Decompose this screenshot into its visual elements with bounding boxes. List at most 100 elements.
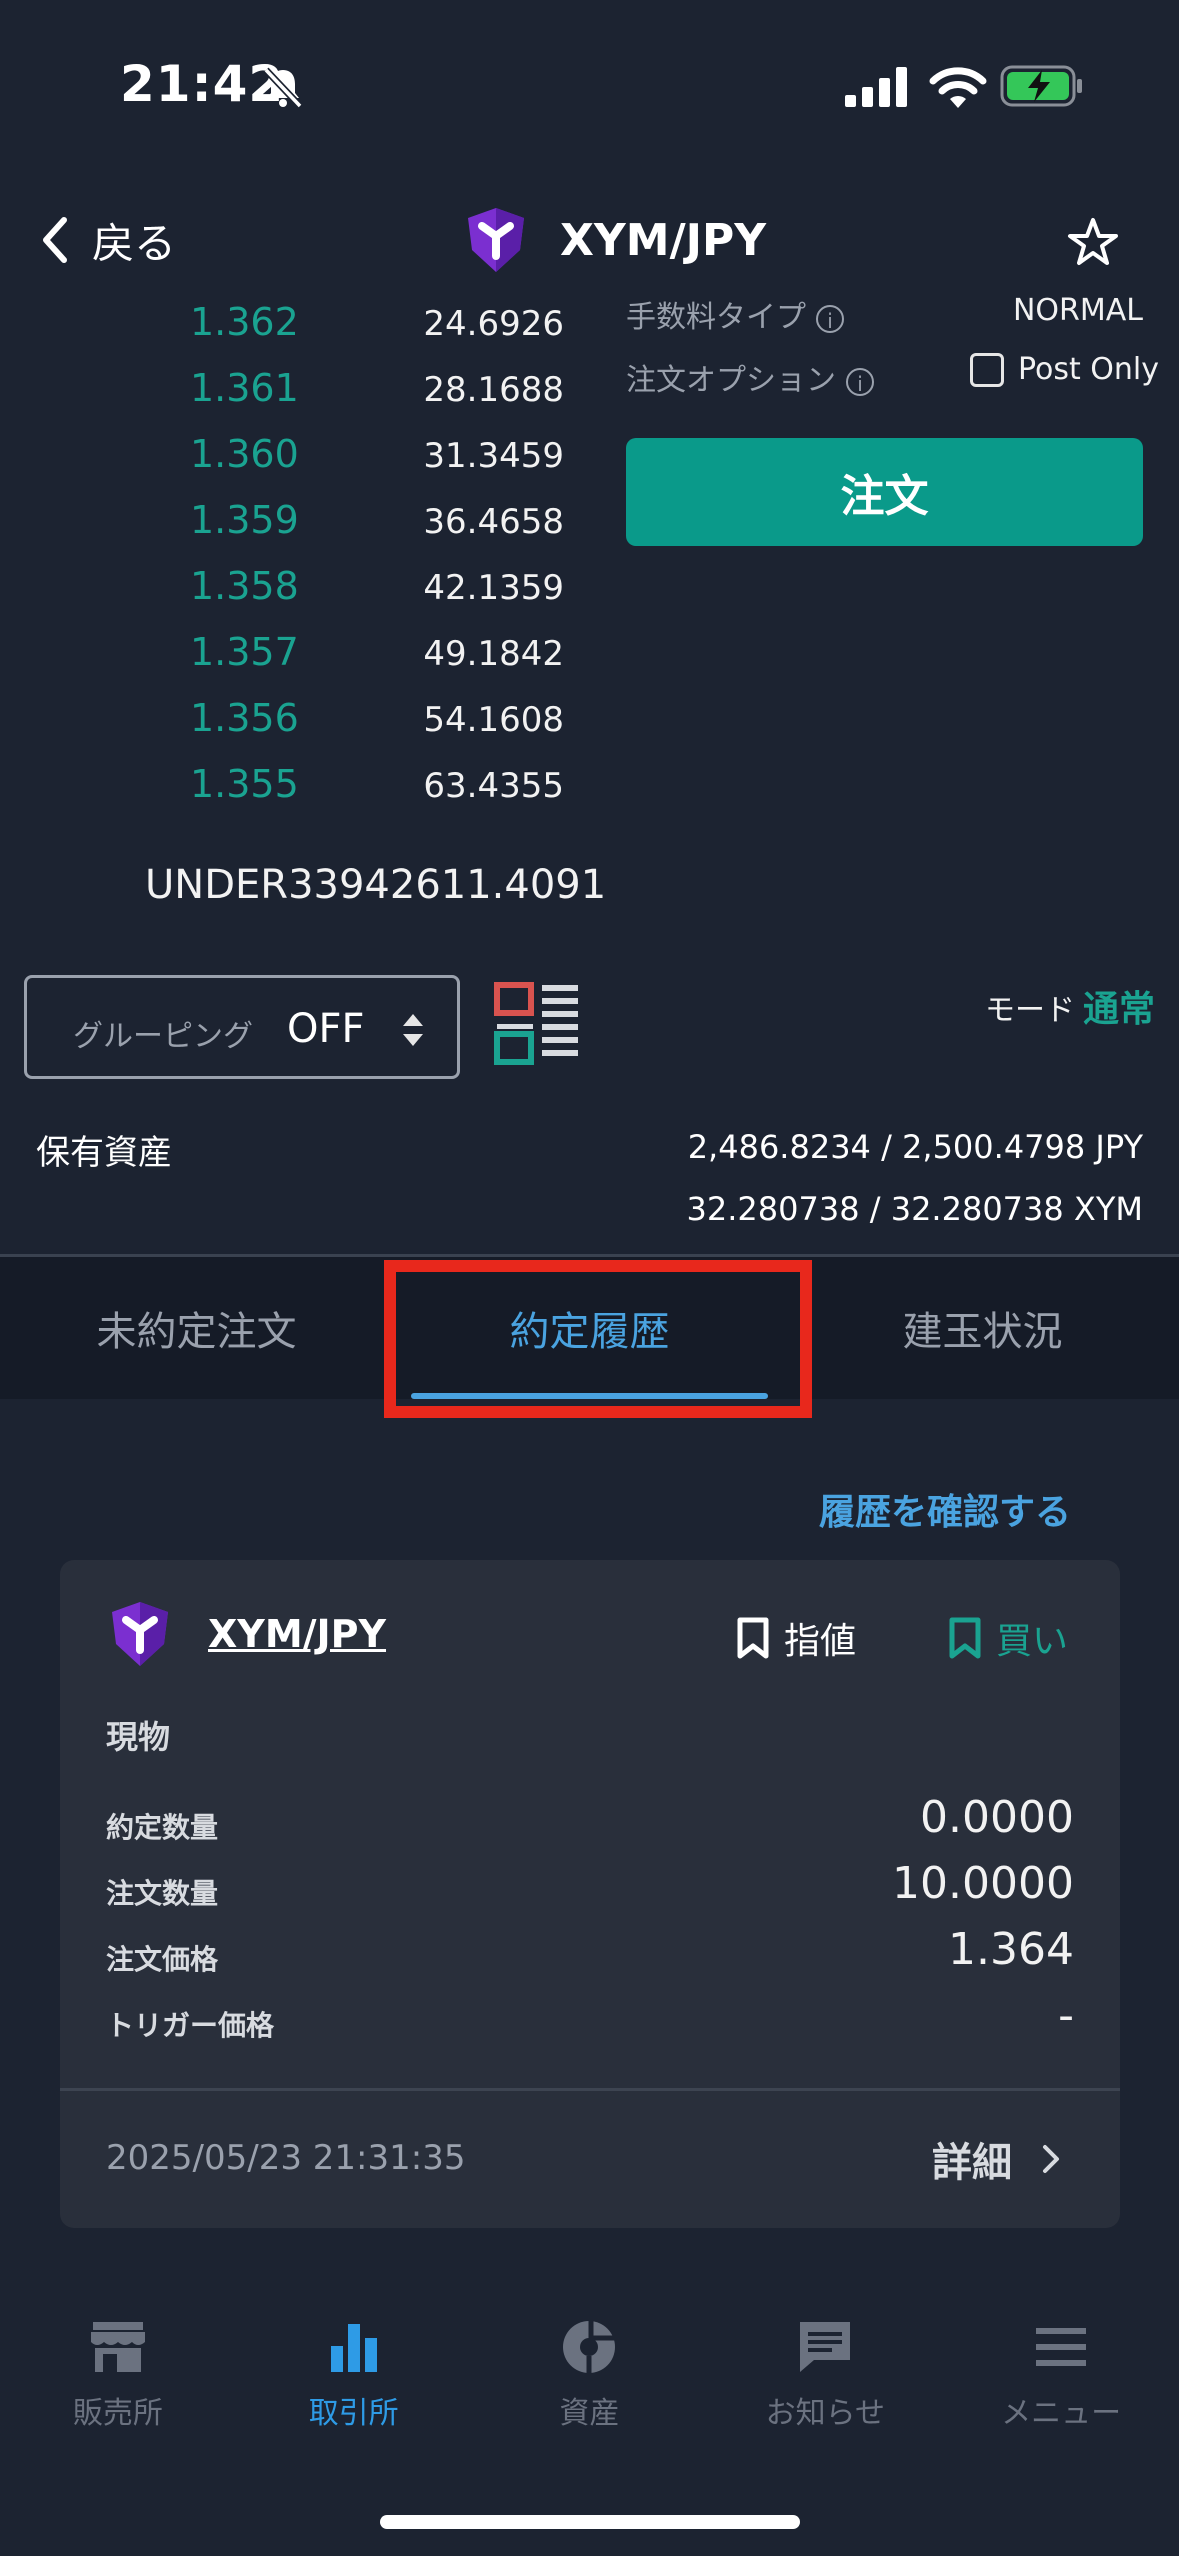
row-value: 10.0000 <box>892 1858 1074 1909</box>
post-only-checkbox[interactable]: Post Only <box>970 352 1159 387</box>
order-price: 1.362 <box>190 300 299 344</box>
menu-icon <box>1036 2328 1087 2366</box>
nav-label: 資産 <box>559 2396 620 2431</box>
order-option-label: 注文オプション i <box>626 355 874 399</box>
nav-news[interactable]: お知らせ <box>707 2296 943 2446</box>
detail-button[interactable]: 詳細 <box>932 2130 1060 2188</box>
order-book-row[interactable]: 1.362 24.6926 <box>0 300 600 366</box>
bookmark-icon <box>737 1617 769 1659</box>
pair-title: XYM/JPY <box>460 205 766 275</box>
row-label: 約定数量 <box>106 1811 219 1844</box>
order-price: 1.357 <box>190 630 299 674</box>
grouping-value: OFF <box>287 1006 365 1052</box>
order-qty: 31.3459 <box>423 436 564 476</box>
trade-datetime: 2025/05/23 21:31:35 <box>106 2138 466 2178</box>
row-value: - <box>1058 1990 1074 2041</box>
card-pair-link[interactable]: XYM/JPY <box>208 1612 386 1656</box>
row-label: トリガー価格 <box>106 2009 275 2042</box>
order-price: 1.355 <box>190 762 299 806</box>
nav-assets[interactable]: 資産 <box>472 2296 708 2446</box>
order-qty: 36.4658 <box>423 502 564 542</box>
pie-chart-icon <box>563 2320 617 2374</box>
order-price: 1.356 <box>190 696 299 740</box>
order-book-row[interactable]: 1.357 49.1842 <box>0 630 600 696</box>
checkbox-box[interactable] <box>970 352 1004 387</box>
back-label: 戻る <box>92 218 177 268</box>
row-label: 注文数量 <box>106 1877 219 1910</box>
battery-charging-icon <box>1000 65 1082 107</box>
order-book-row[interactable]: 1.356 54.1608 <box>0 696 600 762</box>
order-qty: 49.1842 <box>423 634 564 674</box>
holdings-jpy: 2,486.8234 / 2,500.4798 JPY <box>687 1128 1143 1166</box>
chevron-left-icon <box>43 217 67 263</box>
row-value: 1.364 <box>948 1924 1074 1975</box>
order-type-tag: 指値 <box>736 1612 856 1664</box>
highlight-box <box>384 1260 812 1418</box>
card-divider <box>60 2088 1120 2091</box>
order-qty: 28.1688 <box>423 370 564 410</box>
symbol-logo-icon <box>468 208 524 272</box>
bookmark-icon <box>949 1617 981 1659</box>
card-row: トリガー価格 - <box>106 1988 1074 2048</box>
order-book-row[interactable]: 1.355 63.4355 <box>0 762 600 828</box>
sort-arrows-icon <box>403 1014 423 1046</box>
bottom-nav: 販売所 取引所 資産 お知らせ メニュー <box>0 2296 1179 2446</box>
mode-value[interactable]: 通常 <box>1083 980 1155 1032</box>
order-book-row[interactable]: 1.361 28.1688 <box>0 366 600 432</box>
order-qty: 54.1608 <box>423 700 564 740</box>
wifi-icon <box>929 67 987 108</box>
order-price: 1.359 <box>190 498 299 542</box>
order-price: 1.360 <box>190 432 299 476</box>
mode-label: モード <box>985 993 1075 1028</box>
chevron-right-icon <box>1043 2145 1059 2173</box>
nav-label: 販売所 <box>72 2396 163 2431</box>
cellular-signal-icon <box>845 67 907 107</box>
trade-card[interactable]: XYM/JPY 指値 買い 現物 約定数量 0.0000 注文数量 10.0000 … <box>60 1560 1120 2228</box>
order-qty: 42.1359 <box>423 568 564 608</box>
symbol-logo-icon <box>112 1602 168 1666</box>
nav-label: メニュー <box>1001 2396 1122 2431</box>
grouping-label: グルーピング <box>73 1019 253 1054</box>
pair-title-text: XYM/JPY <box>560 214 767 266</box>
info-icon[interactable]: i <box>846 367 874 396</box>
nav-menu[interactable]: メニュー <box>943 2296 1179 2446</box>
grouping-select[interactable]: グルーピング OFF <box>24 975 460 1079</box>
bar-chart-icon <box>330 2324 377 2372</box>
holdings-label: 保有資産 <box>36 1133 172 1173</box>
order-qty: 63.4355 <box>423 766 564 806</box>
nav-label: 取引所 <box>308 2396 399 2431</box>
view-history-link[interactable]: 履歴を確認する <box>819 1483 1071 1535</box>
order-book-row[interactable]: 1.360 31.3459 <box>0 432 600 498</box>
row-label: 注文価格 <box>106 1943 219 1976</box>
detail-label: 詳細 <box>932 2140 1012 2186</box>
order-price: 1.361 <box>190 366 299 410</box>
info-icon[interactable]: i <box>816 304 844 333</box>
card-row: 注文数量 10.0000 <box>106 1856 1074 1916</box>
order-book-row[interactable]: 1.358 42.1359 <box>0 564 600 630</box>
holdings-xym: 32.280738 / 32.280738 XYM <box>686 1190 1143 1228</box>
post-only-label: Post Only <box>1018 352 1160 387</box>
bell-muted-icon <box>263 67 303 109</box>
fee-type-label: 手数料タイプ i <box>626 292 844 336</box>
row-value: 0.0000 <box>920 1792 1074 1843</box>
orderbook-layout-icon[interactable] <box>494 982 580 1068</box>
back-button[interactable]: 戻る <box>40 210 176 270</box>
tab-open-orders[interactable]: 未約定注文 <box>0 1257 393 1399</box>
nav-label: お知らせ <box>765 2396 885 2431</box>
card-row: 注文価格 1.364 <box>106 1922 1074 1982</box>
side-tag: 買い <box>948 1612 1068 1664</box>
product-kind: 現物 <box>106 1718 171 1756</box>
message-icon <box>800 2322 851 2372</box>
nav-exchange[interactable]: 取引所 <box>236 2296 472 2446</box>
card-row: 約定数量 0.0000 <box>106 1790 1074 1850</box>
order-book-row[interactable]: 1.359 36.4658 <box>0 498 600 564</box>
order-type-text: 指値 <box>784 1621 857 1662</box>
order-button[interactable]: 注文 <box>626 438 1143 546</box>
favorite-star-icon[interactable] <box>1065 215 1121 271</box>
fee-type-value: NORMAL <box>1012 293 1143 328</box>
tab-positions[interactable]: 建玉状況 <box>786 1257 1179 1399</box>
home-indicator[interactable] <box>380 2515 800 2529</box>
nav-store[interactable]: 販売所 <box>0 2296 236 2446</box>
store-icon <box>90 2322 145 2372</box>
order-price: 1.358 <box>190 564 299 608</box>
